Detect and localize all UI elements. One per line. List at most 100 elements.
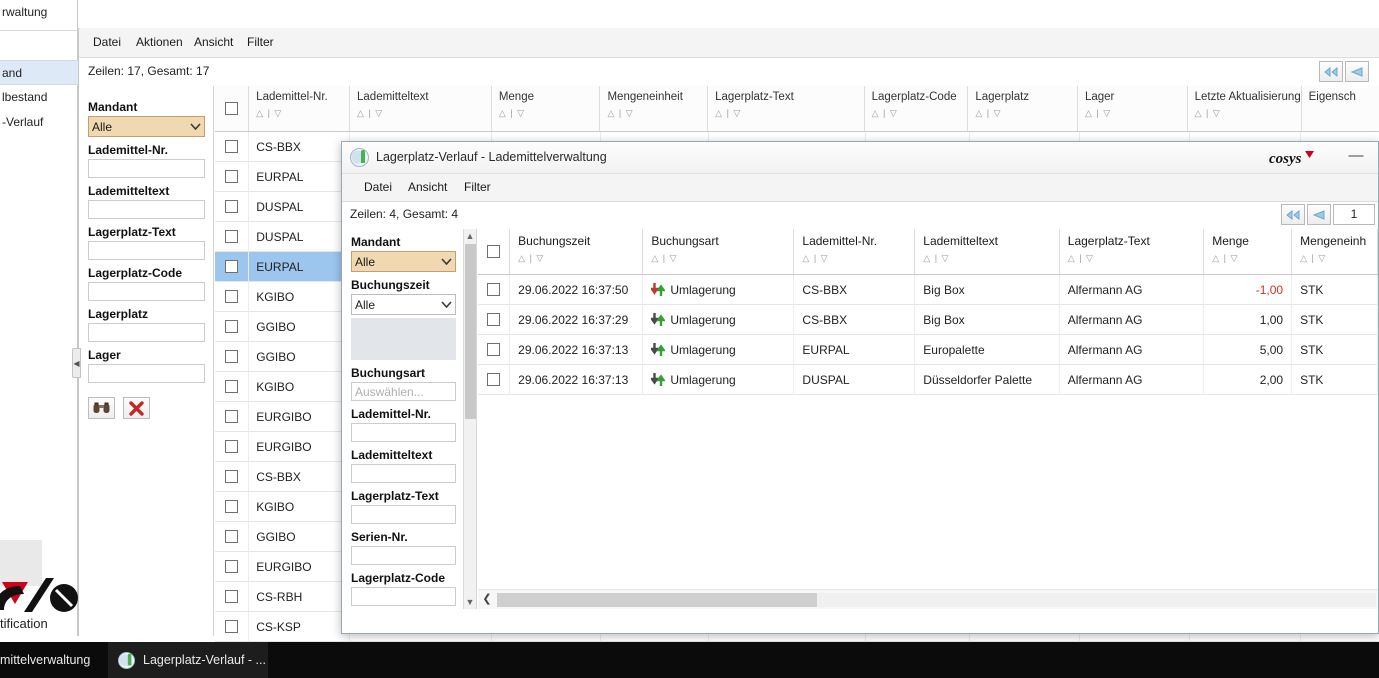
menu-ansicht[interactable]: Ansicht <box>194 35 233 49</box>
row-checkbox[interactable] <box>225 140 239 153</box>
row-checkbox[interactable] <box>225 230 239 243</box>
sort-controls[interactable]: △ | ▽ <box>1300 253 1369 264</box>
sort-controls[interactable]: △ | ▽ <box>975 108 1070 119</box>
dialog-col-header-buchungsart[interactable]: Buchungsart △ | ▽ <box>643 229 795 274</box>
row-checkbox[interactable] <box>225 200 239 213</box>
row-checkbox[interactable] <box>487 343 501 356</box>
col-header-mengeneinheit[interactable]: Mengeneinheit △ | ▽ <box>600 86 709 131</box>
table-row[interactable]: 29.06.2022 16:37:13 Umlagerung EURPAL Europ… <box>478 334 1378 365</box>
table-row[interactable]: 29.06.2022 16:37:29 Umlagerung CS-BBX Big B… <box>478 304 1378 335</box>
scroll-track[interactable] <box>497 593 1376 607</box>
taskbar-item-lagerplatz-verlauf[interactable]: Lagerplatz-Verlauf - ... <box>108 642 268 678</box>
row-checkbox[interactable] <box>225 530 239 543</box>
col-header-lademitteltext[interactable]: Lademitteltext △ | ▽ <box>350 86 492 131</box>
sort-controls[interactable]: △ | ▽ <box>518 253 634 264</box>
menu-aktionen[interactable]: Aktionen <box>136 35 183 49</box>
row-checkbox-cell[interactable] <box>478 274 511 305</box>
dialog-col-header-lademittel-nr[interactable]: Lademittel-Nr. △ | ▽ <box>794 229 916 274</box>
sort-controls[interactable]: △ | ▽ <box>923 253 1050 264</box>
row-checkbox[interactable] <box>487 373 501 386</box>
row-checkbox-cell[interactable] <box>215 161 250 192</box>
taskbar-item-lademittelverwaltung[interactable]: mittelverwaltung <box>0 642 100 678</box>
row-checkbox[interactable] <box>225 440 239 453</box>
scroll-left-icon[interactable]: ❮ <box>480 592 494 607</box>
table-row[interactable]: 29.06.2022 16:37:13 Umlagerung DUSPAL Düsse… <box>478 364 1378 395</box>
sort-controls[interactable]: △ | ▽ <box>715 108 856 119</box>
row-checkbox-cell[interactable] <box>478 364 511 395</box>
row-checkbox[interactable] <box>225 620 239 633</box>
filter-input-lademitteltext[interactable] <box>88 200 205 219</box>
sidebar-item-lbestand[interactable]: lbestand <box>0 85 78 110</box>
menu-datei[interactable]: Datei <box>93 35 121 49</box>
sort-controls[interactable]: △ | ▽ <box>802 253 906 264</box>
row-checkbox-cell[interactable] <box>215 551 250 582</box>
sort-controls[interactable]: △ | ▽ <box>1195 108 1294 119</box>
sort-controls[interactable]: △ | ▽ <box>1212 253 1283 264</box>
sidebar-item-verlauf[interactable]: -Verlauf <box>0 110 78 135</box>
select-all-header[interactable] <box>215 86 250 131</box>
row-checkbox[interactable] <box>225 410 239 423</box>
col-header-menge[interactable]: Menge △ | ▽ <box>491 86 601 131</box>
row-checkbox-cell[interactable] <box>215 251 250 282</box>
dialog-titlebar[interactable]: Lagerplatz-Verlauf - Lademittelverwaltun… <box>342 142 1378 174</box>
row-checkbox-cell[interactable] <box>215 521 250 552</box>
dialog-col-header-mengeneinheit[interactable]: Mengeneinh △ | ▽ <box>1292 229 1378 274</box>
row-checkbox-cell[interactable] <box>215 611 250 642</box>
table-row[interactable]: 29.06.2022 16:37:50 Umlagerung CS-BBX Big B… <box>478 274 1378 305</box>
row-checkbox[interactable] <box>225 590 239 603</box>
row-checkbox[interactable] <box>225 500 239 513</box>
row-checkbox-cell[interactable] <box>215 431 250 462</box>
row-checkbox[interactable] <box>225 380 239 393</box>
row-checkbox[interactable] <box>487 283 501 296</box>
col-header-lademittel-nr[interactable]: Lademittel-Nr. △ | ▽ <box>249 86 351 131</box>
sidebar-item-bestand[interactable]: and <box>0 60 78 85</box>
dialog-menu-filter[interactable]: Filter <box>464 180 491 194</box>
dialog-filter-select-buchungszeit[interactable]: Alle <box>351 294 456 315</box>
row-checkbox-cell[interactable] <box>215 131 250 162</box>
sort-controls[interactable]: △ | ▽ <box>651 253 785 264</box>
dialog-filter-input-lademitteltext[interactable] <box>351 464 456 483</box>
filter-select-mandant[interactable]: Alle <box>88 116 205 137</box>
row-checkbox-cell[interactable] <box>478 334 511 365</box>
minimize-button[interactable]: — <box>1348 148 1364 167</box>
row-checkbox-cell[interactable] <box>215 341 250 372</box>
sort-controls[interactable]: △ | ▽ <box>357 108 484 119</box>
row-checkbox-cell[interactable] <box>215 191 250 222</box>
dialog-filter-input-serien-nr[interactable] <box>351 546 456 565</box>
sort-controls[interactable]: △ | ▽ <box>1068 253 1195 264</box>
row-checkbox[interactable] <box>225 290 239 303</box>
dialog-filter-input-lagerplatz-text[interactable] <box>351 505 456 524</box>
sort-controls[interactable]: △ | ▽ <box>607 108 700 119</box>
sort-controls[interactable]: △ | ▽ <box>1085 108 1180 119</box>
col-header-eigenschaft[interactable]: Eigensch <box>1301 86 1379 131</box>
dialog-first-page-button[interactable] <box>1281 204 1305 225</box>
col-header-letzte-aktualisierung[interactable]: Letzte Aktualisierung △ | ▽ <box>1187 86 1302 131</box>
sort-controls[interactable]: △ | ▽ <box>256 108 342 119</box>
dialog-menu-datei[interactable]: Datei <box>364 180 392 194</box>
dialog-prev-page-button[interactable] <box>1307 204 1331 225</box>
filter-input-lagerplatz-code[interactable] <box>88 282 205 301</box>
dialog-filter-input-lagerplatz-code[interactable] <box>351 587 456 606</box>
col-header-lagerplatz[interactable]: Lagerplatz △ | ▽ <box>968 86 1078 131</box>
row-checkbox-cell[interactable] <box>215 371 250 402</box>
dialog-col-header-menge[interactable]: Menge △ | ▽ <box>1204 229 1293 274</box>
row-checkbox-cell[interactable] <box>215 311 250 342</box>
dialog-filter-scrollbar[interactable]: ▲ ▼ <box>463 229 476 609</box>
dialog-horizontal-scrollbar[interactable]: ❮ <box>478 589 1378 609</box>
scroll-thumb[interactable] <box>497 593 817 607</box>
filter-input-lademittel-nr[interactable] <box>88 159 205 178</box>
dialog-filter-input-buchungsart[interactable]: Auswählen... <box>351 382 456 401</box>
select-all-checkbox[interactable] <box>487 245 501 258</box>
page-number-input[interactable]: 1 <box>1333 204 1375 225</box>
scroll-thumb[interactable] <box>465 244 476 419</box>
row-checkbox-cell[interactable] <box>215 281 250 312</box>
sort-controls[interactable]: △ | ▽ <box>499 108 593 119</box>
row-checkbox[interactable] <box>225 320 239 333</box>
row-checkbox-cell[interactable] <box>215 461 250 492</box>
row-checkbox[interactable] <box>225 170 239 183</box>
scroll-up-icon[interactable]: ▲ <box>464 229 476 243</box>
dialog-filter-input-lademittel-nr[interactable] <box>351 423 456 442</box>
row-checkbox-cell[interactable] <box>478 304 511 335</box>
row-checkbox-cell[interactable] <box>215 581 250 612</box>
dialog-col-header-lademitteltext[interactable]: Lademitteltext △ | ▽ <box>915 229 1060 274</box>
